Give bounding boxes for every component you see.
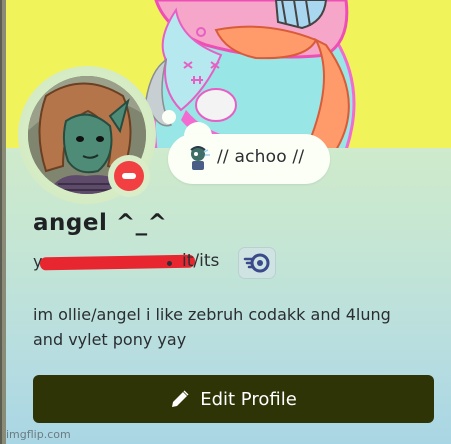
- custom-status-text: // achoo //: [217, 147, 305, 167]
- nitro-badge-icon[interactable]: [238, 247, 276, 279]
- edit-profile-button[interactable]: Edit Profile: [33, 375, 434, 423]
- pencil-icon: [172, 390, 189, 407]
- bio-text: im ollie/angel i like zebruh codakk and …: [33, 305, 391, 349]
- separator-dot: [167, 261, 172, 266]
- display-name: angel ^_^: [33, 210, 168, 236]
- sneezing-character-emoji: [190, 146, 210, 170]
- status-bubble-tail-small: [162, 110, 176, 124]
- edit-profile-label: Edit Profile: [200, 388, 297, 410]
- custom-status-bubble[interactable]: // achoo //: [168, 134, 330, 184]
- username-row: y it/its: [33, 247, 293, 279]
- watermark: imgflip.com: [6, 428, 71, 441]
- do-not-disturb-icon: [108, 155, 150, 197]
- pronouns: it/its: [182, 251, 220, 271]
- profile-card: // achoo // angel ^_^ y it/its im ollie/…: [0, 0, 451, 444]
